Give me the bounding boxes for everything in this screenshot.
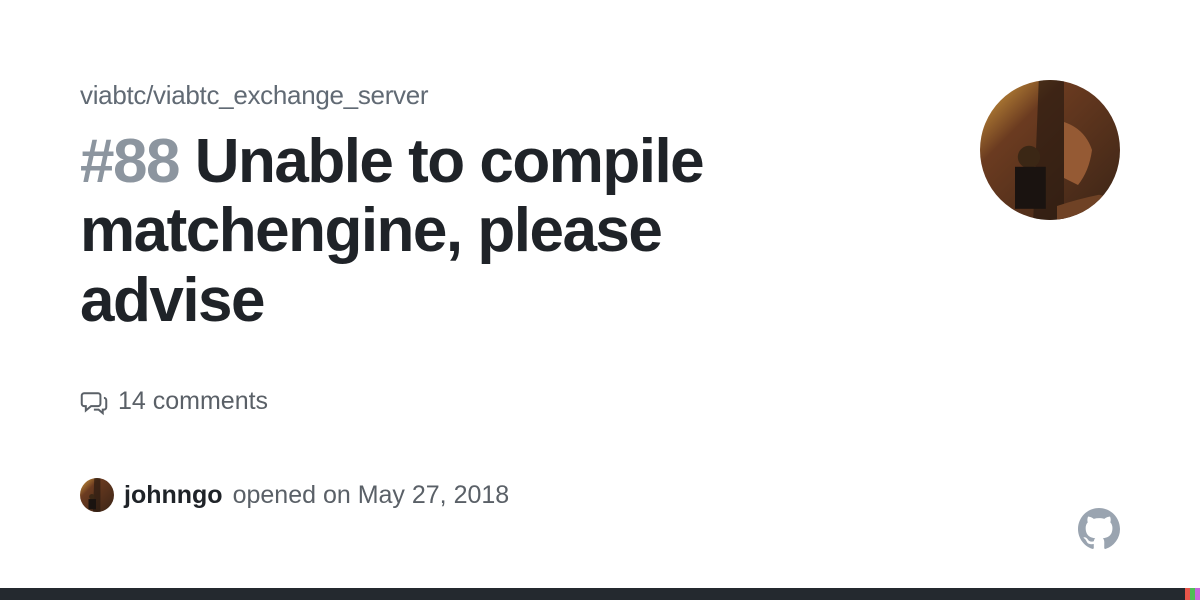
language-bar [0, 588, 1200, 600]
author-username[interactable]: johnngo [124, 481, 223, 510]
comments-text: 14 comments [118, 387, 268, 416]
language-bar-main [0, 588, 1185, 600]
issue-title: #88 Unable to compile matchengine, pleas… [80, 127, 860, 335]
author-avatar[interactable] [80, 478, 114, 512]
github-logo-icon[interactable] [1078, 508, 1120, 550]
avatar[interactable] [980, 80, 1120, 220]
comment-icon [80, 388, 108, 416]
issue-number: #88 [80, 127, 179, 196]
author-avatar-image [80, 478, 114, 512]
language-bar-seg-2 [1195, 588, 1200, 600]
repo-path[interactable]: viabtc/viabtc_exchange_server [80, 80, 1120, 111]
opened-text: opened on May 27, 2018 [233, 481, 510, 510]
meta-row: johnngo opened on May 27, 2018 [80, 478, 1120, 512]
comments-count[interactable]: 14 comments [80, 387, 1120, 416]
avatar-image [980, 80, 1120, 220]
